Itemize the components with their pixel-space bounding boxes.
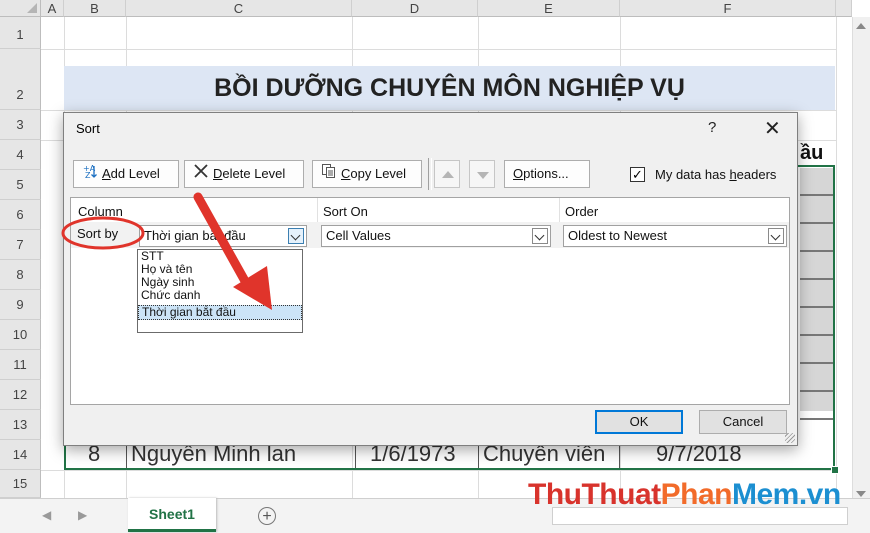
highlight-ellipse [61, 216, 145, 250]
annotation-overlay [61, 192, 272, 310]
red-arrow-icon [193, 192, 272, 310]
